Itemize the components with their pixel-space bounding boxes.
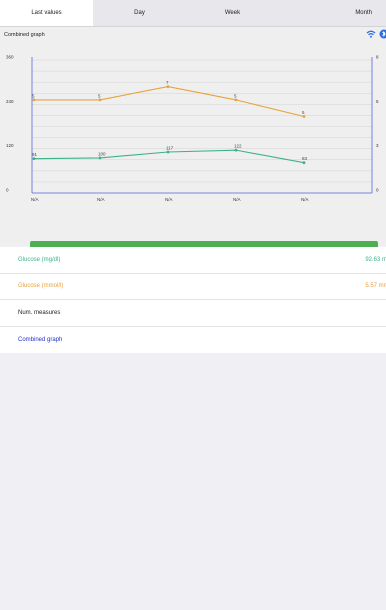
tab-last-values[interactable]: Last values [0, 0, 93, 26]
x-tick-label: N/A [301, 197, 309, 202]
measurement-label: Glucose (mg/dl) [18, 256, 61, 263]
y-tick-label-left: 0 [6, 188, 9, 193]
data-point [302, 161, 306, 165]
data-label: 83 [302, 156, 308, 161]
x-tick-label: N/A [31, 197, 39, 202]
data-label: 5 [302, 110, 305, 115]
data-point [32, 157, 36, 161]
bluetooth-icon [378, 26, 386, 44]
data-label: 5 [234, 93, 237, 98]
y-tick-label-right: 8 [376, 55, 379, 60]
measurement-label: Glucose (mmol/l) [18, 283, 64, 290]
data-point [234, 98, 238, 102]
data-point [234, 148, 238, 152]
period-tabs: Last values Day Week Month [0, 0, 386, 27]
data-label: 5 [32, 93, 35, 98]
measurement-label: Num. measures [18, 309, 61, 316]
x-tick-label: N/A [97, 197, 105, 202]
data-label: 122 [234, 144, 242, 149]
y-tick-label-left: 120 [6, 143, 14, 148]
measurement-list: Glucose (mg/dl) 92.63 mg/ Glucose (mmol/… [0, 247, 386, 353]
list-item-glucose-mgdl[interactable]: Glucose (mg/dl) 92.63 mg/ [0, 247, 386, 274]
series-line-0 [34, 86, 305, 118]
measurement-label: Combined graph [18, 336, 63, 343]
tab-day[interactable]: Day [93, 0, 186, 26]
list-item-num-measures[interactable]: Num. measures [0, 300, 386, 327]
data-label: 5 [98, 93, 101, 98]
tab-week[interactable]: Week [186, 0, 279, 26]
data-point [98, 156, 102, 160]
y-tick-label-right: 0 [376, 188, 379, 193]
data-label: 100 [98, 151, 106, 156]
data-point [166, 150, 170, 154]
data-point [166, 85, 170, 88]
measurement-value: 5.57 mmo [365, 283, 386, 290]
measurement-value: 92.63 mg/ [365, 256, 386, 263]
data-label: 7 [166, 80, 169, 85]
y-tick-label-left: 360 [6, 55, 14, 60]
data-label: 91 [32, 152, 38, 157]
chart-panel: 0 120 240 360 0 3 5 8 N/A N/A N/A N/A N/A 5 5 7 5 5 91 100 1… [0, 27, 386, 263]
wifi-icon [366, 26, 376, 44]
data-point [98, 98, 102, 102]
y-tick-label-left: 240 [6, 99, 14, 104]
y-tick-label-right: 5 [376, 99, 379, 104]
x-tick-label: N/A [233, 197, 241, 202]
data-label: 117 [166, 145, 174, 150]
list-item-glucose-mmol[interactable]: Glucose (mmol/l) 5.57 mmo [0, 274, 386, 300]
data-point [302, 115, 306, 118]
tab-month[interactable]: Month [279, 0, 386, 26]
list-item-combined-graph[interactable]: Combined graph [0, 327, 386, 354]
combined-line-chart: 0 120 240 360 0 3 5 8 N/A N/A N/A N/A N/A 5 5 7 5 5 91 100 1… [6, 55, 379, 203]
x-tick-label: N/A [165, 197, 173, 202]
panel-title: Combined graph [4, 32, 45, 38]
data-point [32, 98, 36, 102]
y-tick-label-right: 3 [376, 143, 379, 148]
status-icons [366, 29, 386, 41]
